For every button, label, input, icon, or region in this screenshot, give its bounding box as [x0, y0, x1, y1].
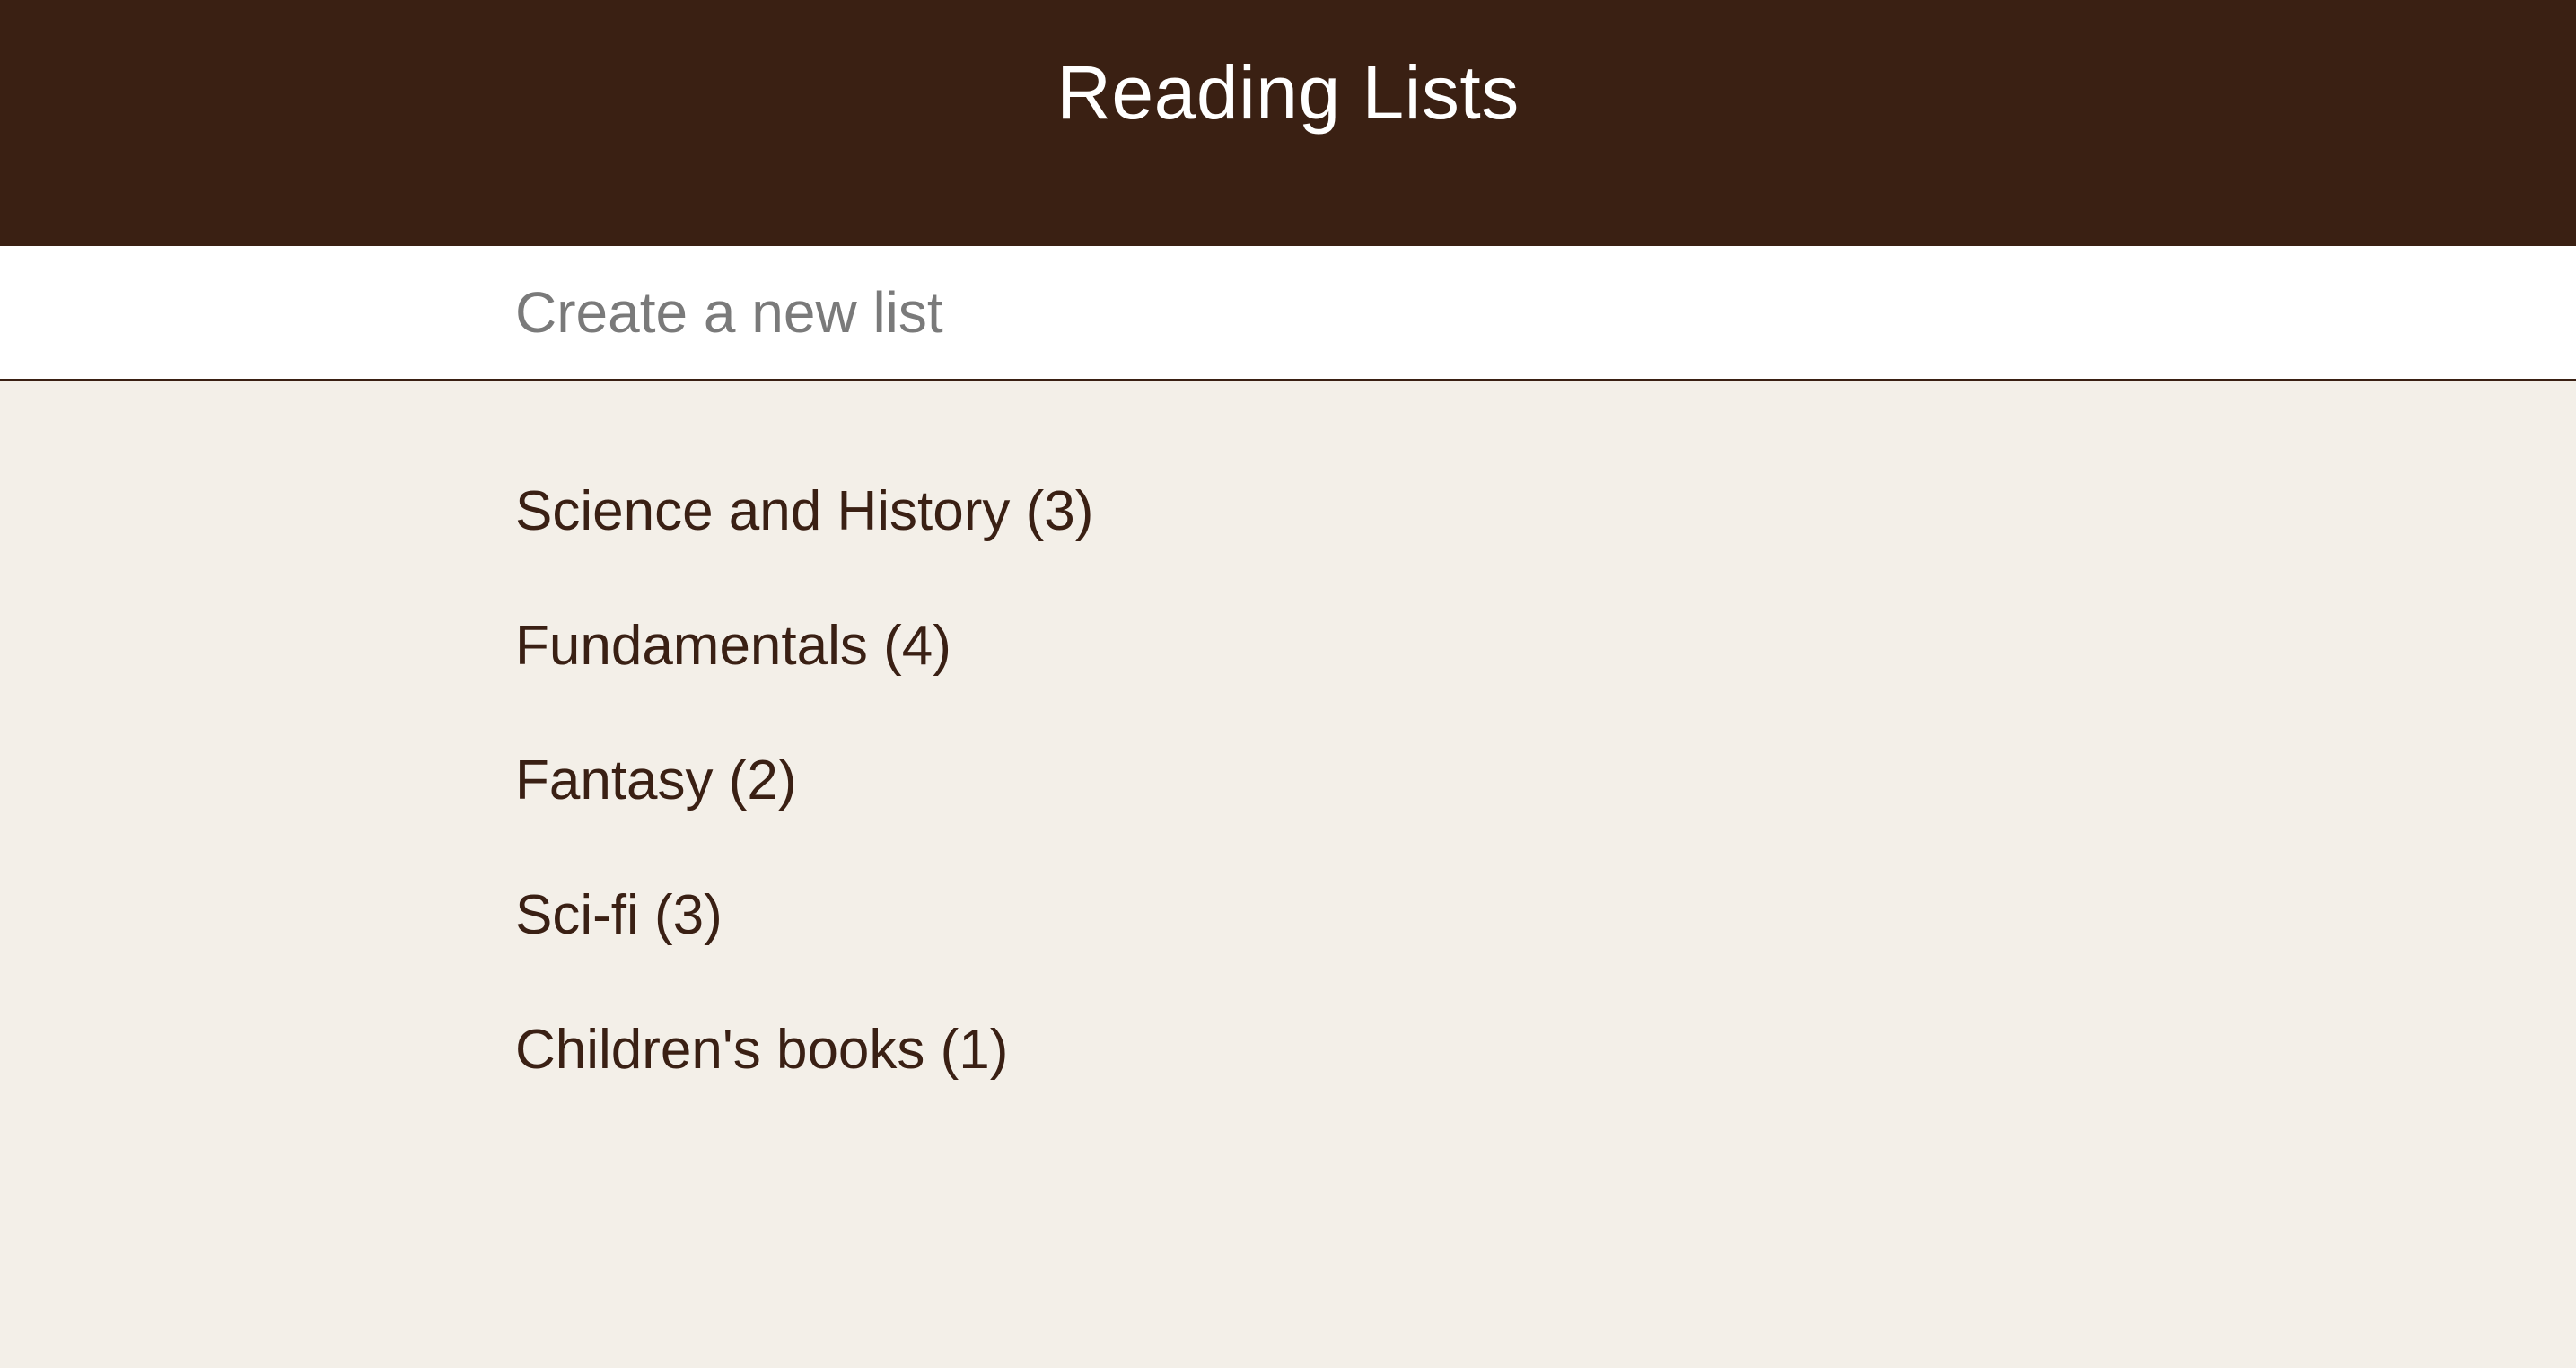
list-item[interactable]: Fantasy (2)	[515, 736, 1093, 871]
new-list-bar	[0, 246, 2576, 381]
page-title: Reading Lists	[1056, 50, 1520, 136]
new-list-input[interactable]	[515, 271, 2131, 354]
list-item[interactable]: Fundamentals (4)	[515, 601, 1093, 736]
reading-lists: Science and History (3) Fundamentals (4)…	[515, 467, 1093, 1140]
app-header: Reading Lists	[0, 0, 2576, 246]
list-item[interactable]: Children's books (1)	[515, 1005, 1093, 1140]
list-item[interactable]: Sci-fi (3)	[515, 871, 1093, 1005]
list-item[interactable]: Science and History (3)	[515, 467, 1093, 601]
